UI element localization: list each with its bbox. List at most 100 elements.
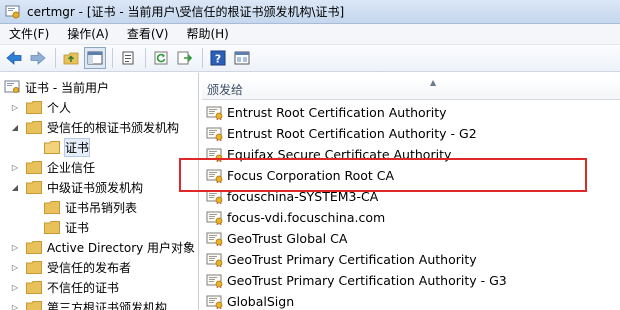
certificate-icon [206,274,224,288]
expand-arrow-icon[interactable]: ▷ [10,262,20,272]
tree-label: Active Directory 用户对象 [47,240,196,255]
tree-item-trusted-root-certificates[interactable]: 证书 [44,137,91,157]
certificate-name: GeoTrust Global CA [227,231,348,246]
certificate-name: focus-vdi.focuschina.com [227,210,386,225]
folder-icon [44,200,60,214]
toolbar-separator [202,48,203,68]
tree-label: 受信任的根证书颁发机构 [47,120,180,135]
tree-item-trusted-publishers[interactable]: ▷ 受信任的发布者 [10,257,131,277]
tree-label: 个人 [47,100,72,115]
folder-icon [26,300,42,310]
tree-item-active-directory[interactable]: ▷ Active Directory 用户对象 [10,237,195,257]
tree-label: 中级证书颁发机构 [47,180,144,195]
folder-icon [26,120,42,134]
certificate-icon [206,295,224,309]
folder-icon [26,100,42,114]
column-header-issued-to[interactable]: 颁发给 ▲ [202,78,620,100]
certificate-row[interactable]: GeoTrust Primary Certification Authority… [206,270,507,291]
toolbar-separator [145,48,146,68]
folder-icon [26,240,42,254]
certificate-row[interactable]: GeoTrust Primary Certification Authority [206,249,477,270]
help-icon[interactable]: ? [207,47,229,69]
tree-pane[interactable]: 证书 - 当前用户 ▷ 个人 ◢ 受信任的根证书颁发机构 证书 ▷ 企业信任 ◢… [0,73,199,310]
folder-icon [26,160,42,174]
folder-icon [26,280,42,294]
tree-item-trusted-root[interactable]: ◢ 受信任的根证书颁发机构 [10,117,179,137]
collapse-arrow-icon[interactable]: ◢ [10,182,20,192]
certificate-name: GeoTrust Primary Certification Authority [227,252,477,267]
certificate-list-pane[interactable]: 颁发给 ▲ Entrust Root Certification Authori… [202,73,620,310]
certificate-row[interactable]: Entrust Root Certification Authority [206,102,447,123]
menu-bar: 文件(F) 操作(A) 查看(V) 帮助(H) [0,24,620,45]
tree-label: 证书吊销列表 [65,200,138,215]
export-list-icon[interactable] [174,47,196,69]
certificate-row[interactable]: Focus Corporation Root CA [206,165,394,186]
up-folder-icon[interactable] [60,47,82,69]
folder-icon [26,260,42,274]
expand-arrow-icon[interactable]: ▷ [10,282,20,292]
certificate-name: Entrust Root Certification Authority [227,105,447,120]
folder-icon [26,180,42,194]
mmc-icon[interactable] [231,47,253,69]
certificate-icon [206,148,224,162]
certificate-icon [206,190,224,204]
refresh-icon[interactable] [150,47,172,69]
toolbar: ? [0,45,620,72]
expand-arrow-icon[interactable]: ▷ [10,102,20,112]
tree-item-intermediate-ca[interactable]: ◢ 中级证书颁发机构 [10,177,143,197]
back-arrow-icon[interactable] [3,47,25,69]
certificate-row[interactable]: Entrust Root Certification Authority - G… [206,123,477,144]
tree-item-personal[interactable]: ▷ 个人 [10,97,71,117]
title-bar: certmgr - [证书 - 当前用户\受信任的根证书颁发机构\证书] [0,0,620,24]
tree-label: 企业信任 [47,160,96,175]
tree-item-intermediate-certificates[interactable]: 证书 [44,217,89,237]
expand-arrow-icon[interactable]: ▷ [10,242,20,252]
forward-arrow-icon[interactable] [27,47,49,69]
sort-ascending-icon: ▲ [430,78,437,87]
toolbar-separator [112,48,113,68]
tree-label: 证书 [63,137,91,157]
menu-help[interactable]: 帮助(H) [177,24,237,45]
menu-view[interactable]: 查看(V) [118,24,178,45]
certificate-name: Focus Corporation Root CA [227,168,395,183]
folder-open-icon [44,140,60,154]
certificate-row[interactable]: GeoTrust Global CA [206,228,347,249]
window-title: certmgr - [证书 - 当前用户\受信任的根证书颁发机构\证书] [27,5,345,19]
tree-label: 受信任的发布者 [47,260,132,275]
expand-arrow-icon[interactable]: ▷ [10,162,20,172]
tree-label: 不信任的证书 [47,280,120,295]
certificate-icon [206,169,224,183]
certificate-row[interactable]: focuschina-SYSTEM3-CA [206,186,378,207]
certificate-icon [206,106,224,120]
certificate-row[interactable]: focus-vdi.focuschina.com [206,207,385,228]
tree-label: 证书 [65,220,90,235]
certificate-row[interactable]: GlobalSign [206,291,294,310]
menu-file[interactable]: 文件(F) [0,24,58,45]
svg-text:?: ? [215,53,221,66]
collapse-arrow-icon[interactable]: ◢ [10,122,20,132]
certificate-name: Entrust Root Certification Authority - G… [227,126,477,141]
certificate-row[interactable]: Equifax Secure Certificate Authority [206,144,451,165]
tree-item-enterprise-trust[interactable]: ▷ 企业信任 [10,157,95,177]
certificate-name: focuschina-SYSTEM3-CA [227,189,379,204]
certificate-name: GlobalSign [227,294,295,309]
show-hide-tree-icon[interactable] [84,47,106,69]
folder-icon [44,220,60,234]
expand-arrow-icon[interactable]: ▷ [10,302,20,310]
tree-label: 第三方根证书颁发机构 [47,300,168,310]
certificate-name: Equifax Secure Certificate Authority [227,147,452,162]
properties-icon[interactable] [117,47,139,69]
certificate-icon [206,127,224,141]
certificate-manager-icon [5,4,21,20]
tree-item-third-party-root[interactable]: ▷ 第三方根证书颁发机构 [10,297,167,310]
tree-item-untrusted[interactable]: ▷ 不信任的证书 [10,277,119,297]
certificate-icon [206,232,224,246]
column-header-label: 颁发给 [207,83,244,97]
toolbar-separator [55,48,56,68]
tree-item-crl[interactable]: 证书吊销列表 [44,197,137,217]
menu-action[interactable]: 操作(A) [58,24,118,45]
certificates-root-icon [4,80,20,94]
certificate-name: GeoTrust Primary Certification Authority… [227,273,507,288]
tree-item-root[interactable]: 证书 - 当前用户 [4,77,109,97]
certificate-icon [206,253,224,267]
